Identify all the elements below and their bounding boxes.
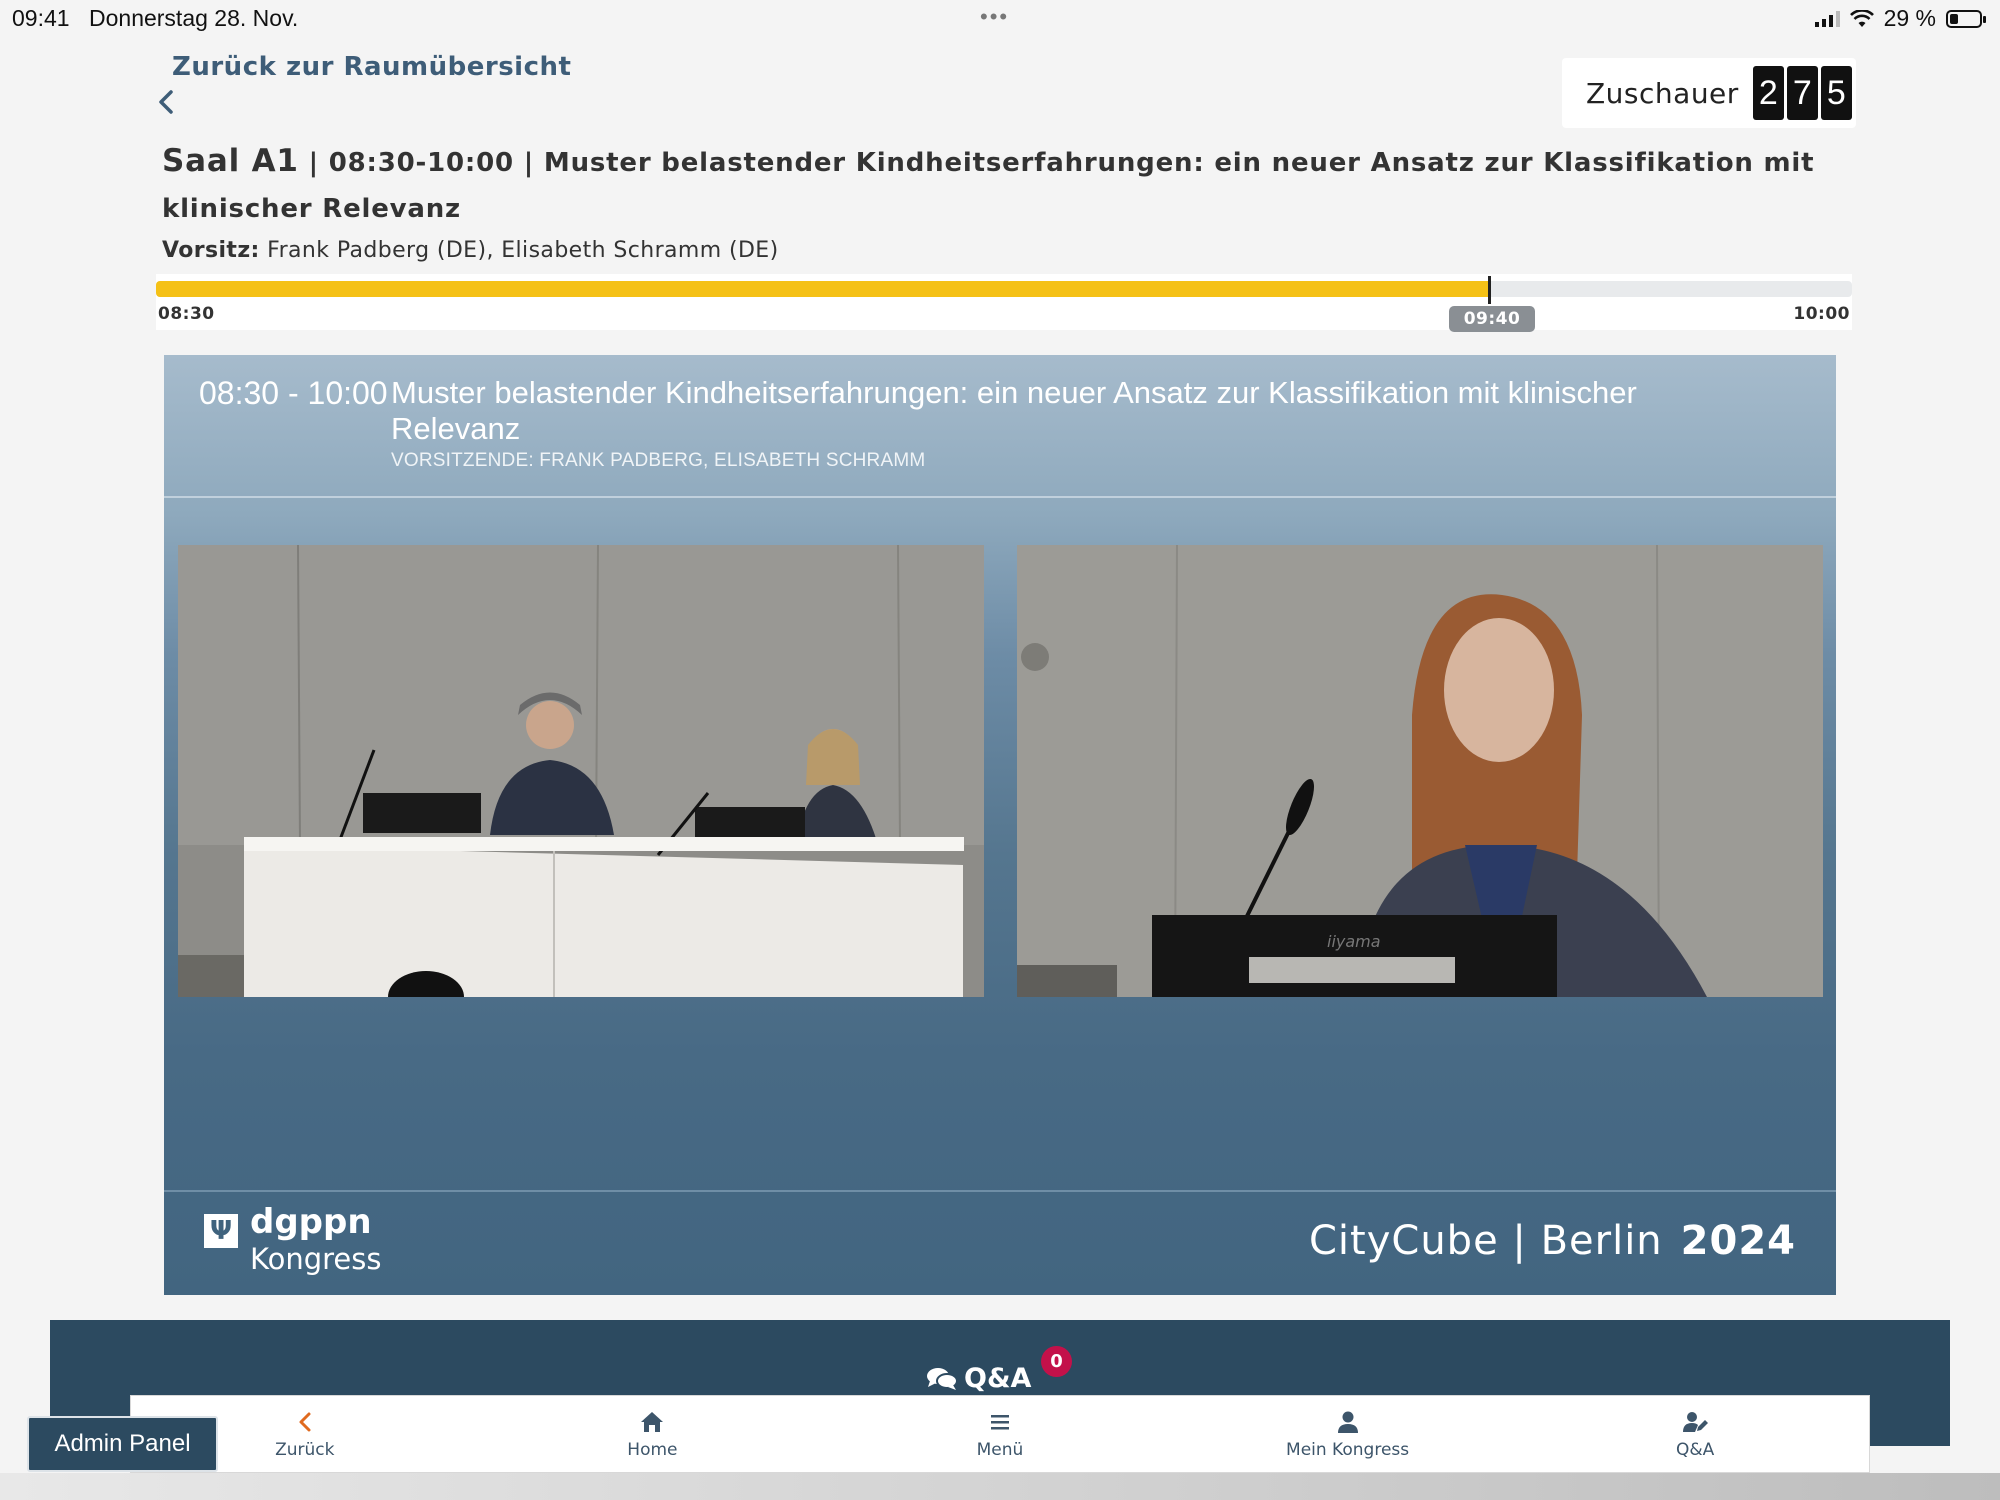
viewer-digit: 2 [1752, 66, 1784, 120]
wifi-icon [1849, 9, 1874, 27]
timeline-now-marker [1488, 276, 1491, 304]
nav-menu[interactable]: Menü [826, 1396, 1174, 1472]
user-icon [1337, 1411, 1358, 1433]
panel-camera-feed [178, 545, 984, 997]
qa-toggle-button[interactable]: Q&A [926, 1363, 1031, 1394]
video-player[interactable]: 08:30 - 10:00 Muster belastender Kindhei… [164, 355, 1836, 1295]
nav-my-congress-label: Mein Kongress [1286, 1440, 1410, 1460]
timeline-track [156, 281, 1852, 297]
speaker-camera-feed: iiyama [1017, 545, 1823, 997]
monitor-brand: iiyama [1327, 932, 1381, 951]
timeline-start: 08:30 [158, 304, 215, 324]
nav-qa-label: Q&A [1676, 1440, 1715, 1460]
venue-year: 2024 [1680, 1218, 1796, 1264]
player-header: 08:30 - 10:00 Muster belastender Kindhei… [164, 355, 1836, 498]
player-session-title: Muster belastender Kindheitserfahrungen:… [391, 375, 1637, 446]
chair-line: Vorsitz: Frank Padberg (DE), Elisabeth S… [162, 238, 779, 263]
logo-name: dgppn [250, 1202, 372, 1242]
cellular-signal-icon [1814, 10, 1840, 27]
separator: | [308, 148, 329, 178]
session-title: Saal A1 | 08:30-10:00 | Muster belastend… [162, 138, 1862, 232]
qa-title-label: Q&A [964, 1363, 1032, 1394]
home-icon [641, 1412, 664, 1432]
panel-table-icon [178, 545, 984, 997]
logo-subtitle: Kongress [250, 1242, 382, 1276]
timeline-progress [156, 281, 1490, 297]
session-time-range: 08:30-10:00 [328, 148, 514, 178]
dgppn-logo-icon: Ψ [204, 1214, 238, 1248]
room-name: Saal A1 [162, 143, 299, 179]
chair-label: Vorsitz: [162, 238, 260, 263]
user-edit-icon [1683, 1412, 1709, 1432]
separator: | [523, 148, 544, 178]
player-chair-line: VORSITZENDE: FRANK PADBERG, ELISABETH SC… [391, 450, 926, 471]
admin-panel-button[interactable]: Admin Panel [27, 1416, 218, 1472]
chair-names: Frank Padberg (DE), Elisabeth Schramm (D… [267, 238, 779, 263]
nav-home[interactable]: Home [479, 1396, 827, 1472]
timeline-end: 10:00 [1793, 304, 1850, 324]
bottom-navigation: Zurück Home Menü Mein Kongress Q&A [130, 1395, 1870, 1473]
battery-percent: 29 % [1883, 5, 1936, 31]
viewer-counter: Zuschauer 2 7 5 [1562, 58, 1856, 128]
chevron-left-icon [299, 1412, 311, 1432]
nav-back-label: Zurück [275, 1440, 335, 1460]
back-to-room-overview-link[interactable]: Zurück zur Raumübersicht [172, 52, 571, 82]
status-date: Donnerstag 28. Nov. [89, 5, 299, 31]
viewer-digit: 7 [1786, 66, 1818, 120]
player-footer: Ψ dgppn Kongress CityCube | Berlin 2024 [164, 1190, 1836, 1295]
timeline-now-badge: 09:40 [1449, 306, 1535, 332]
chat-bubbles-icon [927, 1367, 958, 1390]
venue-name: CityCube | Berlin [1309, 1218, 1663, 1264]
multitasking-dots-icon[interactable]: ••• [980, 4, 1009, 30]
menu-icon [990, 1415, 1009, 1430]
viewer-digit: 5 [1820, 66, 1852, 120]
nav-qa[interactable]: Q&A [1521, 1396, 1869, 1472]
session-timeline: 08:30 10:00 09:40 [156, 274, 1852, 332]
nav-my-congress[interactable]: Mein Kongress [1174, 1396, 1522, 1472]
nav-menu-label: Menü [976, 1440, 1024, 1460]
qa-count-badge: 0 [1041, 1346, 1072, 1377]
venue-line: CityCube | Berlin 2024 [1309, 1218, 1796, 1264]
nav-home-label: Home [627, 1440, 678, 1460]
chevron-left-icon[interactable] [154, 88, 178, 116]
player-time-range: 08:30 - 10:00 [199, 375, 388, 411]
battery-icon [1946, 9, 1986, 28]
bottom-edge [0, 1473, 2000, 1500]
status-bar: 09:41 Donnerstag 28. Nov. ••• 29 % [0, 0, 2000, 36]
status-time: 09:41 [12, 5, 70, 31]
viewer-label: Zuschauer [1586, 76, 1739, 110]
viewer-digits: 2 7 5 [1752, 66, 1852, 120]
status-indicators: 29 % [1814, 5, 1986, 32]
speaker-podium-icon: iiyama [1017, 545, 1823, 997]
